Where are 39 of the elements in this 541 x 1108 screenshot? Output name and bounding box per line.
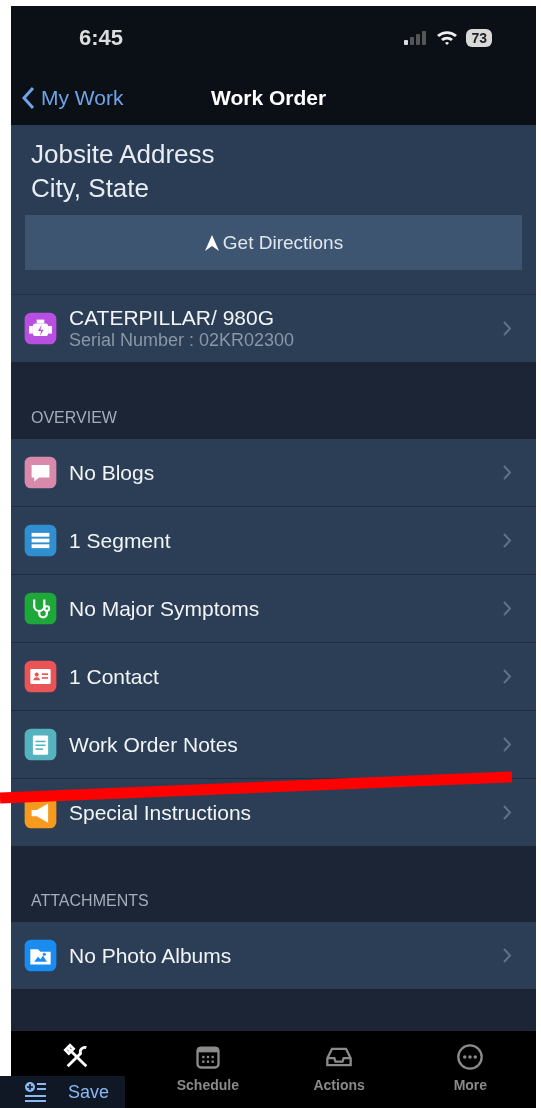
row-title: Work Order Notes <box>69 732 239 757</box>
navigation-arrow-icon <box>203 233 220 252</box>
back-link[interactable]: My Work <box>21 85 211 110</box>
tab[interactable]: Schedule <box>142 1041 274 1093</box>
list-row[interactable]: No Photo Albums <box>11 922 536 989</box>
row-title: No Photo Albums <box>69 943 233 968</box>
chevron-icon <box>502 947 512 964</box>
get-directions-button[interactable]: Get Directions <box>25 215 522 270</box>
wifi-icon <box>436 30 459 46</box>
add-list-icon <box>24 1081 48 1103</box>
battery-level: 73 <box>466 29 492 47</box>
row-title: Special Instructions <box>69 800 253 825</box>
row-subtitle: Serial Number : 02KR02300 <box>69 330 296 351</box>
chevron-icon <box>502 736 512 753</box>
row-title: No Blogs <box>69 460 156 485</box>
list-row[interactable]: CATERPILLAR/ 980G Serial Number : 02KR02300 <box>11 295 536 362</box>
row-title: CATERPILLAR/ 980G <box>69 306 276 330</box>
more-icon <box>456 1043 485 1071</box>
chevron-icon <box>502 804 512 821</box>
chevron-icon <box>502 600 512 617</box>
chevron-icon <box>502 532 512 549</box>
section-header: ATTACHMENTS <box>31 892 149 910</box>
chevron-icon <box>502 668 512 685</box>
tab[interactable]: Actions <box>273 1041 405 1093</box>
row-title: 1 Contact <box>69 664 160 689</box>
back-chevron-icon <box>21 85 35 110</box>
chevron-icon <box>502 320 512 337</box>
address-line: City, State <box>30 172 150 205</box>
list-row[interactable]: Special Instructions <box>11 779 536 846</box>
status-time: 6:45 <box>79 25 125 51</box>
address-line: Jobsite Address <box>30 138 216 171</box>
screen-title: Work Order <box>211 85 327 110</box>
signal-icon <box>404 31 429 45</box>
chevron-icon <box>502 464 512 481</box>
section-header: OVERVIEW <box>31 409 117 427</box>
tab[interactable]: More <box>404 1041 536 1093</box>
row-title: No Major Symptoms <box>69 596 261 621</box>
save-button[interactable]: Save <box>0 1076 125 1108</box>
row-title: 1 Segment <box>69 528 172 553</box>
